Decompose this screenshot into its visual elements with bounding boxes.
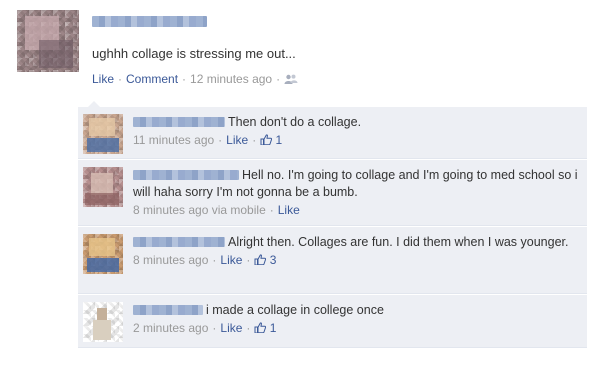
comment-timestamp[interactable]: 2 minutes ago (133, 321, 208, 335)
comment-timestamp[interactable]: 8 minutes ago via mobile (133, 203, 266, 217)
commenter-avatar[interactable] (83, 302, 123, 342)
separator: · (212, 321, 217, 335)
comment-body: Hell no. I'm going to collage and I'm go… (133, 167, 579, 219)
comment-body: Alright then. Collages are fun. I did th… (133, 234, 579, 269)
comment-text: Alright then. Collages are fun. I did th… (228, 235, 569, 249)
thumbs-up-icon[interactable] (254, 322, 267, 333)
comment-like-link[interactable]: Like (278, 203, 300, 217)
comment-body: i made a collage in college once 2 minut… (133, 302, 579, 337)
comment-timestamp[interactable]: 11 minutes ago (133, 133, 214, 147)
commenter-name-redacted[interactable] (133, 305, 203, 315)
separator: · (276, 72, 281, 86)
comment-text: Then don't do a collage. (228, 115, 362, 129)
comment-meta: 2 minutes ago · Like · 1 (133, 320, 579, 337)
commenter-name-redacted[interactable] (133, 117, 225, 127)
post-author-avatar[interactable] (17, 10, 79, 72)
comment-meta: 8 minutes ago · Like · 3 (133, 252, 579, 269)
post-like-link[interactable]: Like (92, 72, 114, 86)
separator: · (118, 72, 123, 86)
separator: · (212, 253, 217, 267)
commenter-avatar[interactable] (83, 114, 123, 154)
comment-like-count[interactable]: 3 (270, 253, 277, 267)
post-text: ughhh collage is stressing me out... (92, 46, 296, 61)
post-timestamp[interactable]: 12 minutes ago (190, 72, 272, 86)
commenter-avatar[interactable] (83, 167, 123, 207)
commenter-name-redacted[interactable] (133, 170, 239, 180)
comment-list: Then don't do a collage. 11 minutes ago ·… (78, 107, 587, 349)
comment-like-link[interactable]: Like (220, 321, 242, 335)
comment-like-link[interactable]: Like (220, 253, 242, 267)
separator: · (246, 253, 251, 267)
commenter-name-redacted[interactable] (133, 237, 225, 247)
separator: · (246, 321, 251, 335)
comment-text: i made a collage in college once (206, 303, 384, 317)
post-author-name-redacted[interactable] (92, 16, 207, 27)
separator: · (252, 133, 257, 147)
friends-icon[interactable] (284, 74, 298, 84)
separator: · (182, 72, 187, 86)
comment-body: Then don't do a collage. 11 minutes ago ·… (133, 114, 579, 149)
comment-like-count[interactable]: 1 (276, 133, 283, 147)
comment-item: Alright then. Collages are fun. I did th… (78, 227, 587, 294)
post-meta: Like · Comment · 12 minutes ago · (92, 72, 298, 86)
thumbs-up-icon[interactable] (260, 134, 273, 145)
thumbs-up-icon[interactable] (254, 254, 267, 265)
comment-item: Then don't do a collage. 11 minutes ago ·… (78, 107, 587, 159)
comment-like-count[interactable]: 1 (270, 321, 277, 335)
separator: · (218, 133, 223, 147)
commenter-avatar[interactable] (83, 234, 123, 274)
post-comment-link[interactable]: Comment (126, 72, 178, 86)
comment-item: Hell no. I'm going to collage and I'm go… (78, 160, 587, 226)
comment-meta: 8 minutes ago via mobile · Like (133, 202, 579, 219)
separator: · (269, 203, 274, 217)
comment-meta: 11 minutes ago · Like · 1 (133, 132, 579, 149)
comment-item: i made a collage in college once 2 minut… (78, 295, 587, 348)
comment-like-link[interactable]: Like (226, 133, 248, 147)
comment-timestamp[interactable]: 8 minutes ago (133, 253, 208, 267)
